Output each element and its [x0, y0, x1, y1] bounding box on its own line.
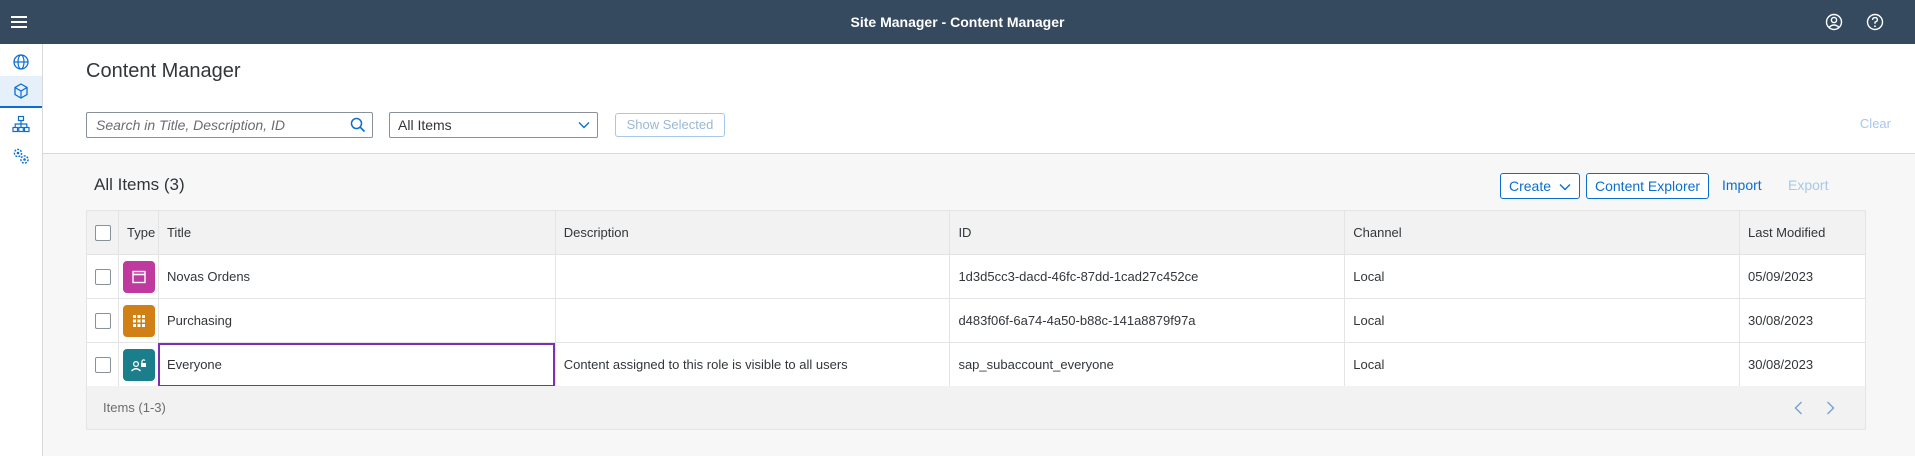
id-cell: sap_subaccount_everyone	[949, 342, 1346, 387]
row-checkbox[interactable]	[95, 312, 111, 329]
previous-page-icon[interactable]	[1789, 398, 1809, 418]
show-selected-button[interactable]: Show Selected	[615, 113, 725, 137]
column-header-type[interactable]: Type	[117, 210, 159, 255]
group-grid-icon	[122, 304, 155, 337]
select-all-cell	[86, 210, 119, 255]
help-icon[interactable]	[1865, 12, 1885, 32]
clear-link[interactable]: Clear	[1860, 116, 1891, 131]
row-checkbox[interactable]	[95, 268, 111, 285]
type-cell	[117, 254, 159, 299]
globe-icon	[13, 54, 29, 70]
page-title: Content Manager	[86, 60, 241, 82]
next-page-icon[interactable]	[1820, 398, 1840, 418]
table-row[interactable]: Novas Ordens 1d3d5cc3-dacd-46fc-87dd-1ca…	[86, 254, 1867, 299]
nav-item-settings[interactable]	[0, 140, 42, 172]
column-header-description[interactable]: Description	[554, 210, 951, 255]
shell-bar: Site Manager - Content Manager	[0, 0, 1915, 44]
row-select-cell	[86, 254, 119, 299]
settings-gears-icon	[13, 148, 29, 164]
nav-item-content-manager[interactable]	[0, 76, 42, 108]
items-filter-value: All Items	[398, 117, 452, 133]
title-cell[interactable]: Everyone	[157, 342, 556, 387]
description-cell: Content assigned to this role is visible…	[554, 342, 951, 387]
search-input[interactable]	[96, 113, 346, 137]
row-select-cell	[86, 298, 119, 343]
app-window-icon	[122, 260, 155, 293]
column-header-last-modified[interactable]: Last Modified	[1738, 210, 1867, 255]
nav-item-hierarchy[interactable]	[0, 108, 42, 140]
chevron-down-icon	[578, 122, 590, 129]
row-select-cell	[86, 342, 119, 387]
side-navigation	[0, 44, 43, 456]
user-profile-icon[interactable]	[1824, 12, 1844, 32]
table-row[interactable]: Everyone Content assigned to this role i…	[86, 342, 1867, 387]
row-checkbox[interactable]	[95, 356, 111, 373]
type-cell	[117, 298, 159, 343]
table-title: All Items (3)	[94, 175, 185, 194]
create-button[interactable]: Create	[1500, 173, 1580, 199]
hierarchy-icon	[12, 115, 30, 133]
export-button[interactable]: Export	[1780, 173, 1836, 199]
search-icon[interactable]	[350, 117, 366, 133]
column-header-id[interactable]: ID	[949, 210, 1346, 255]
items-count: Items (1-3)	[103, 400, 166, 415]
last-modified-cell: 30/08/2023	[1738, 298, 1867, 343]
id-cell: 1d3d5cc3-dacd-46fc-87dd-1cad27c452ce	[949, 254, 1346, 299]
column-header-channel[interactable]: Channel	[1344, 210, 1740, 255]
nav-item-sites[interactable]	[0, 46, 42, 78]
create-button-label: Create	[1509, 178, 1552, 194]
id-cell: d483f06f-6a74-4a50-b88c-141a8879f97a	[949, 298, 1346, 343]
type-cell	[117, 342, 159, 387]
items-table: Type Title Description ID Channel Last M…	[86, 210, 1867, 387]
table-header-row: Type Title Description ID Channel Last M…	[86, 210, 1867, 255]
last-modified-cell: 30/08/2023	[1738, 342, 1867, 387]
table-row[interactable]: Purchasing d483f06f-6a74-4a50-b88c-141a8…	[86, 298, 1867, 343]
select-all-checkbox[interactable]	[95, 224, 111, 241]
title-cell[interactable]: Purchasing	[157, 298, 556, 343]
title-cell[interactable]: Novas Ordens	[157, 254, 556, 299]
content-explorer-button[interactable]: Content Explorer	[1586, 173, 1710, 199]
shell-title: Site Manager - Content Manager	[850, 14, 1065, 30]
items-filter-select[interactable]: All Items	[389, 112, 598, 138]
channel-cell: Local	[1344, 298, 1740, 343]
description-cell	[554, 298, 951, 343]
channel-cell: Local	[1344, 342, 1740, 387]
chevron-down-icon	[1559, 184, 1571, 191]
page-header: Content Manager All Items Show Selected …	[43, 44, 1915, 154]
role-unlocked-icon	[122, 348, 155, 381]
search-field[interactable]	[86, 112, 373, 138]
content-cube-icon	[14, 83, 28, 99]
import-button[interactable]: Import	[1714, 173, 1770, 199]
table-footer: Items (1-3)	[86, 386, 1866, 430]
description-cell	[554, 254, 951, 299]
channel-cell: Local	[1344, 254, 1740, 299]
column-header-title[interactable]: Title	[157, 210, 556, 255]
last-modified-cell: 05/09/2023	[1738, 254, 1867, 299]
